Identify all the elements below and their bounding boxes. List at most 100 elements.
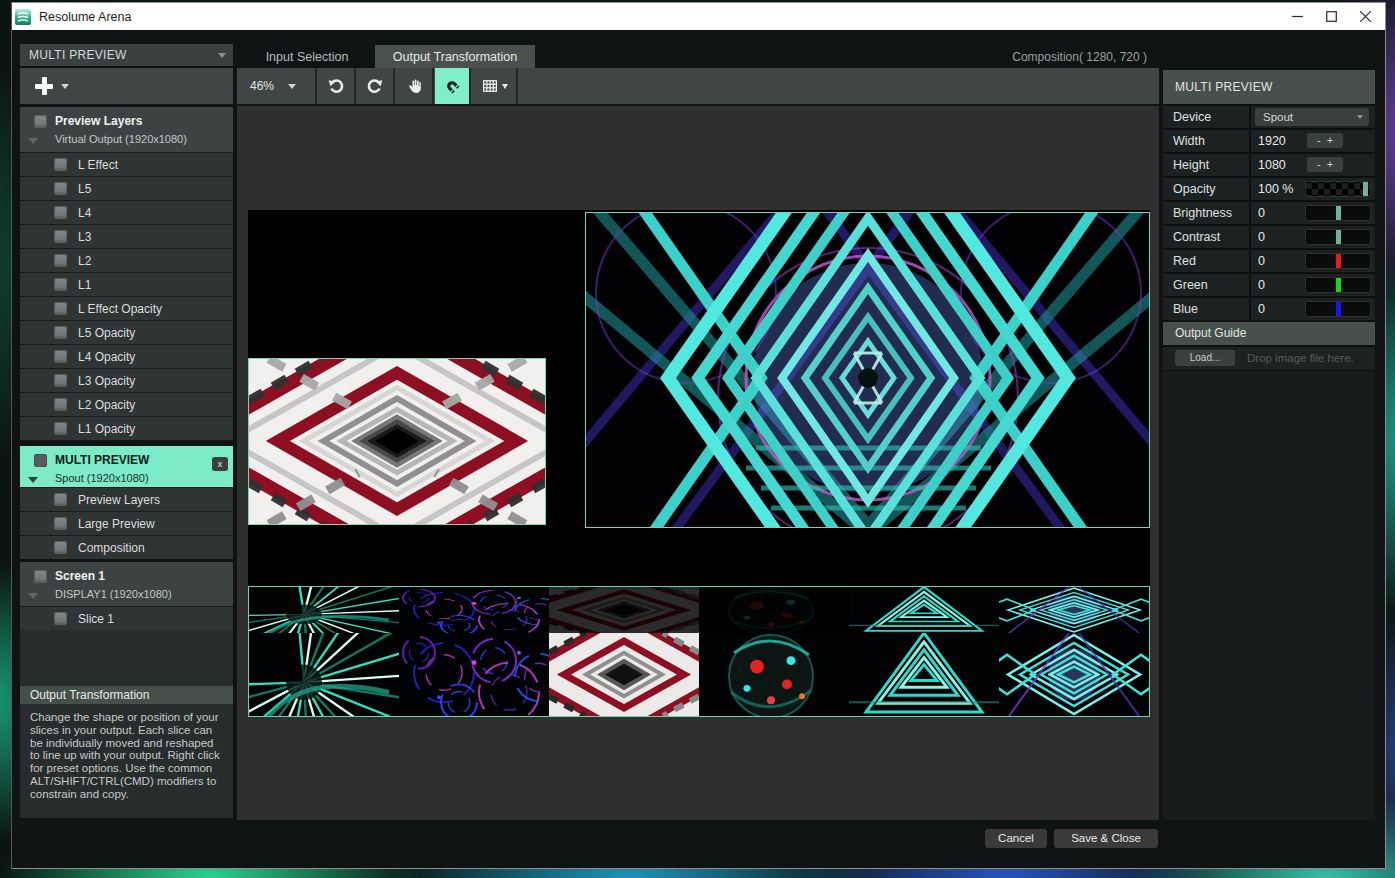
checkbox[interactable]: [54, 182, 67, 195]
output-guide-header: Output Guide: [1163, 322, 1375, 345]
chevron-down-icon: [502, 84, 508, 89]
checkbox[interactable]: [54, 398, 67, 411]
cancel-button[interactable]: Cancel: [985, 829, 1047, 848]
expand-triangle-icon[interactable]: [28, 138, 38, 144]
checkbox[interactable]: [54, 374, 67, 387]
tree-item-l2-opacity[interactable]: L2 Opacity: [20, 392, 233, 416]
red-slider[interactable]: [1305, 253, 1371, 269]
undo-button[interactable]: [318, 68, 356, 104]
output-guide-row: Load... Drop image file here.: [1163, 347, 1375, 370]
tree-item-preview-layers[interactable]: Preview Layers: [20, 487, 233, 511]
tree-item-l2[interactable]: L2: [20, 248, 233, 272]
checkbox[interactable]: [54, 254, 67, 267]
filmstrip-cell-swirl: [399, 633, 549, 716]
checkbox[interactable]: [54, 278, 67, 291]
composition-preview-image[interactable]: [585, 212, 1150, 528]
filmstrip-cell-triangles: [849, 587, 999, 633]
checkbox[interactable]: [54, 517, 67, 530]
opacity-slider[interactable]: [1305, 181, 1371, 197]
checkbox[interactable]: [54, 206, 67, 219]
chevron-down-icon: [61, 84, 69, 89]
remove-output-button[interactable]: x: [212, 457, 228, 471]
height-stepper[interactable]: - +: [1307, 157, 1343, 172]
maximize-button[interactable]: [1314, 3, 1348, 30]
tree-item-l3[interactable]: L3: [20, 224, 233, 248]
tree-empty-area: [20, 630, 233, 686]
panel-empty-area: [1163, 371, 1375, 820]
expand-triangle-icon[interactable]: [28, 477, 38, 483]
property-row-device: DeviceSpout: [1163, 106, 1375, 128]
filmstrip-cell-fan: [249, 587, 399, 633]
close-button[interactable]: [1348, 3, 1382, 30]
property-row-green: Green0: [1163, 274, 1375, 296]
filmstrip-cell-teal-diamond: [999, 587, 1149, 633]
composition-size-label: Composition( 1280, 720 ): [912, 46, 1147, 68]
tree-item-composition[interactable]: Composition: [20, 535, 233, 559]
checkbox[interactable]: [54, 230, 67, 243]
expand-triangle-icon[interactable]: [28, 593, 38, 599]
multi-preview-image[interactable]: [248, 358, 546, 525]
layer-filmstrip[interactable]: [248, 586, 1150, 717]
zoom-level-dropdown[interactable]: 46%: [237, 68, 317, 104]
add-slice-button[interactable]: [20, 68, 233, 104]
load-image-button[interactable]: Load...: [1175, 350, 1235, 366]
blue-slider[interactable]: [1305, 301, 1371, 317]
grid-icon: [481, 77, 499, 95]
tree-group-multi-preview[interactable]: MULTI PREVIEWSpout (1920x1080)x: [20, 446, 233, 487]
preview-preset-dropdown[interactable]: MULTI PREVIEW: [20, 44, 233, 66]
properties-panel: MULTI PREVIEW DeviceSpoutWidth1920- +Hei…: [1163, 70, 1375, 820]
checkbox[interactable]: [54, 612, 67, 625]
checkbox[interactable]: [54, 302, 67, 315]
brightness-slider[interactable]: [1305, 205, 1371, 221]
filmstrip-cell-red-diamond: [549, 633, 699, 716]
transform-tool-button[interactable]: [435, 68, 471, 104]
output-canvas[interactable]: [237, 106, 1159, 820]
filmstrip-row-bottom: [249, 633, 1149, 716]
grid-options-button[interactable]: [472, 68, 518, 104]
checkbox[interactable]: [54, 350, 67, 363]
property-row-brightness: Brightness0: [1163, 202, 1375, 224]
tree-item-large-preview[interactable]: Large Preview: [20, 511, 233, 535]
pan-tool-button[interactable]: [396, 68, 434, 104]
tree-item-l1-opacity[interactable]: L1 Opacity: [20, 416, 233, 440]
tree-item-slice-1[interactable]: Slice 1: [20, 606, 233, 630]
tree-item-l5-opacity[interactable]: L5 Opacity: [20, 320, 233, 344]
property-row-width: Width1920- +: [1163, 130, 1375, 152]
checkbox[interactable]: [34, 115, 47, 128]
tree-item-l-effect[interactable]: L Effect: [20, 152, 233, 176]
device-dropdown[interactable]: Spout: [1255, 108, 1369, 126]
checkbox[interactable]: [54, 493, 67, 506]
filmstrip-cell-red-diamond: [549, 587, 699, 633]
checkbox[interactable]: [54, 158, 67, 171]
width-stepper[interactable]: - +: [1307, 133, 1343, 148]
save-close-button[interactable]: Save & Close: [1054, 829, 1158, 848]
tree-item-l-effect-opacity[interactable]: L Effect Opacity: [20, 296, 233, 320]
info-panel-text: Change the shape or position of your sli…: [20, 704, 233, 818]
checkbox[interactable]: [54, 326, 67, 339]
filmstrip-cell-teal-diamond: [999, 633, 1149, 716]
checkbox[interactable]: [54, 541, 67, 554]
tree-item-l4-opacity[interactable]: L4 Opacity: [20, 344, 233, 368]
tree-item-l5[interactable]: L5: [20, 176, 233, 200]
checkbox[interactable]: [34, 454, 47, 467]
checkbox[interactable]: [54, 422, 67, 435]
transform-magnet-icon: [443, 77, 461, 95]
plus-icon: [35, 77, 53, 95]
contrast-slider[interactable]: [1305, 229, 1371, 245]
undo-icon: [326, 76, 346, 96]
filmstrip-cell-triangles: [849, 633, 999, 716]
tree-item-l3-opacity[interactable]: L3 Opacity: [20, 368, 233, 392]
checkbox[interactable]: [34, 570, 47, 583]
tab-input-selection[interactable]: Input Selection: [237, 46, 377, 70]
green-slider[interactable]: [1305, 277, 1371, 293]
tree-group-preview-layers[interactable]: Preview LayersVirtual Output (1920x1080): [20, 107, 233, 152]
tree-item-l4[interactable]: L4: [20, 200, 233, 224]
tree-item-l1[interactable]: L1: [20, 272, 233, 296]
property-row-red: Red0: [1163, 250, 1375, 272]
tree-group-screen-1[interactable]: Screen 1DISPLAY1 (1920x1080): [20, 562, 233, 606]
resolume-logo-icon: [15, 9, 31, 25]
minimize-button[interactable]: [1280, 3, 1314, 30]
titlebar[interactable]: Resolume Arena: [12, 3, 1385, 30]
chevron-down-icon: [1357, 115, 1363, 119]
redo-button[interactable]: [357, 68, 395, 104]
